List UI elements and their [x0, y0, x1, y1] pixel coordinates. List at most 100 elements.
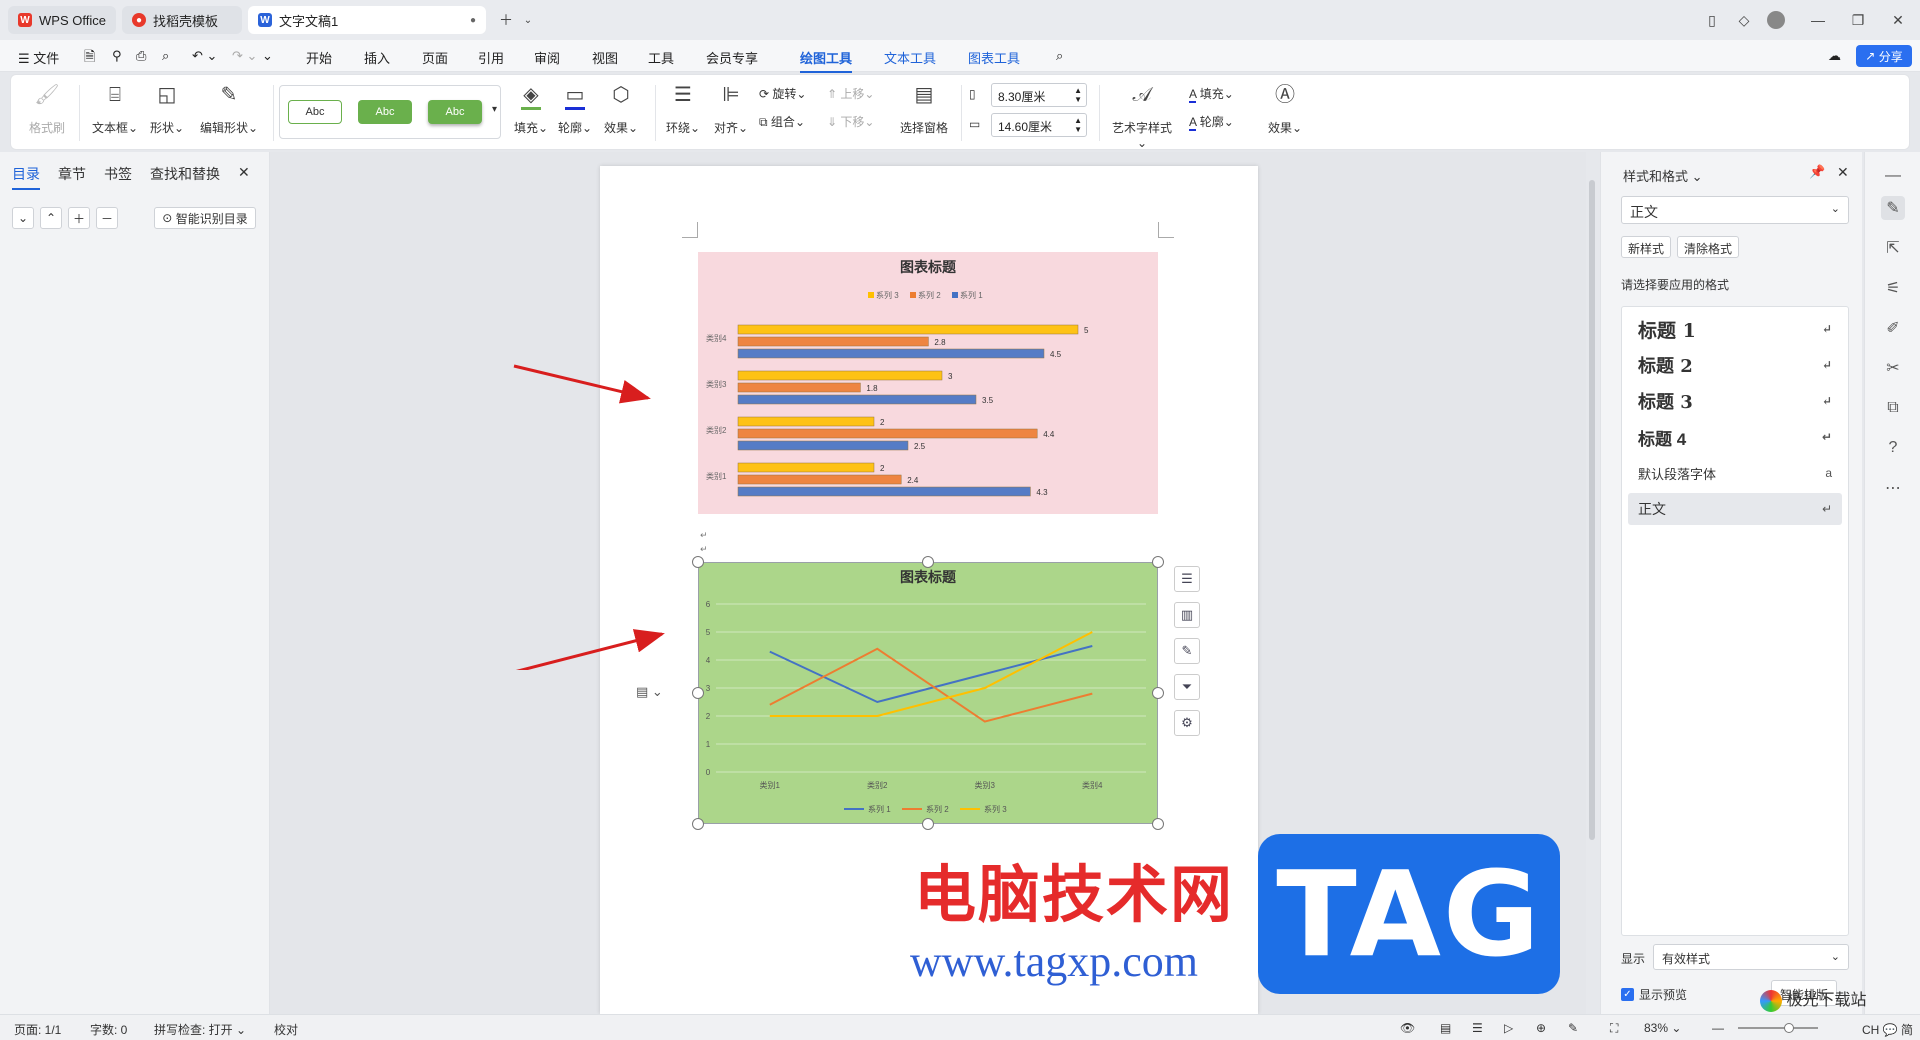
- shape-button[interactable]: ◱ 形状⌄: [147, 83, 187, 136]
- adjust-icon[interactable]: ⚟: [1881, 276, 1905, 300]
- page-view-icon[interactable]: ▤: [1440, 1021, 1451, 1035]
- menu-tools[interactable]: 工具: [648, 48, 674, 67]
- unsaved-dot-icon[interactable]: ●: [470, 15, 476, 26]
- ai-write-icon[interactable]: ✐: [1881, 316, 1905, 340]
- selection-pane-button[interactable]: ▤ 选择窗格: [895, 83, 953, 136]
- style-heading-4[interactable]: 标题 4 ↵: [1628, 421, 1842, 453]
- proofread[interactable]: 校对: [274, 1021, 298, 1038]
- link-icon[interactable]: ⚲: [112, 48, 122, 64]
- textbox-button[interactable]: ⌸ 文本框⌄: [91, 83, 139, 136]
- smart-toc-button[interactable]: ⊙ 智能识别目录: [154, 207, 256, 229]
- menu-drawing-tools[interactable]: 绘图工具: [800, 48, 853, 73]
- minimize-icon[interactable]: —: [1806, 8, 1830, 32]
- style-brush-icon[interactable]: ✎: [1881, 196, 1905, 220]
- play-icon[interactable]: ▷: [1504, 1021, 1513, 1035]
- resize-handle[interactable]: [692, 556, 704, 568]
- align-button[interactable]: ⊫ 对齐⌄: [711, 83, 751, 136]
- redo-icon[interactable]: ↷ ⌄: [232, 48, 257, 64]
- text-effect-button[interactable]: Ⓐ 效果⌄: [1265, 83, 1305, 136]
- new-tab-icon[interactable]: ＋: [494, 8, 518, 32]
- close-icon[interactable]: ✕: [1837, 164, 1849, 181]
- collapse-down-icon[interactable]: ⌄: [12, 207, 34, 229]
- layout-icon[interactable]: ▯: [1700, 8, 1724, 32]
- wrap-button[interactable]: ☰ 环绕⌄: [663, 83, 703, 136]
- tools-icon[interactable]: ✂: [1881, 356, 1905, 380]
- format-painter-button[interactable]: 🖌 格式刷: [25, 83, 69, 136]
- scroll-thumb[interactable]: [1589, 180, 1595, 840]
- add-level-icon[interactable]: ＋: [68, 207, 90, 229]
- outline-view-icon[interactable]: ☰: [1472, 1021, 1483, 1035]
- word-count[interactable]: 字数: 0: [90, 1021, 127, 1038]
- save-icon[interactable]: 🗎: [84, 46, 95, 70]
- fill-button[interactable]: ◈ 填充⌄: [511, 83, 551, 136]
- menu-member[interactable]: 会员专享: [706, 48, 758, 67]
- menu-view[interactable]: 视图: [592, 48, 618, 67]
- quick-access-chevron-icon[interactable]: ⌄: [262, 48, 273, 64]
- new-style-button[interactable]: 新样式: [1621, 236, 1672, 258]
- cloud-icon[interactable]: ☁: [1828, 48, 1841, 64]
- translate-icon[interactable]: ⧉: [1881, 396, 1905, 420]
- eye-icon[interactable]: 👁: [1400, 1021, 1415, 1035]
- rotate-button[interactable]: ⟳ 旋转⌄: [759, 85, 819, 102]
- tab-bookmark[interactable]: 书签: [104, 164, 132, 184]
- expand-up-icon[interactable]: ⌃: [40, 207, 62, 229]
- chart-settings-icon[interactable]: ⚙: [1174, 710, 1200, 736]
- style-default-font[interactable]: 默认段落字体 a: [1628, 457, 1842, 489]
- cube-icon[interactable]: ◇: [1732, 8, 1756, 32]
- resize-handle[interactable]: [922, 818, 934, 830]
- resize-handle[interactable]: [1152, 556, 1164, 568]
- web-view-icon[interactable]: ⊕: [1536, 1021, 1546, 1035]
- resize-handle[interactable]: [1152, 687, 1164, 699]
- resize-handle[interactable]: [692, 687, 704, 699]
- style-body-text[interactable]: 正文 ↵: [1628, 493, 1842, 525]
- art-style-button[interactable]: 𝒜 艺术字样式⌄: [1107, 83, 1177, 150]
- chart-type-icon[interactable]: ▥: [1174, 602, 1200, 628]
- restore-icon[interactable]: ❐: [1846, 8, 1870, 32]
- style-heading-1[interactable]: 标题 1 ↵: [1628, 313, 1842, 345]
- menu-chart-tools[interactable]: 图表工具: [968, 48, 1020, 67]
- file-menu[interactable]: ☰ 文件: [18, 48, 59, 67]
- menu-text-tools[interactable]: 文本工具: [884, 48, 936, 67]
- current-style-select[interactable]: 正文 ⌄: [1621, 196, 1849, 224]
- effect-button[interactable]: ⬡ 效果⌄: [599, 83, 643, 136]
- zoom-slider[interactable]: [1738, 1023, 1818, 1033]
- height-spinner-icon[interactable]: ▲ ▼: [1074, 86, 1082, 104]
- show-filter-select[interactable]: 有效样式 ⌄: [1653, 944, 1849, 970]
- menu-insert[interactable]: 插入: [364, 48, 390, 67]
- width-spinner-icon[interactable]: ▲ ▼: [1074, 116, 1082, 134]
- close-icon[interactable]: ✕: [238, 164, 250, 181]
- menu-reference[interactable]: 引用: [478, 48, 504, 67]
- text-outline-button[interactable]: A 轮廓⌄: [1189, 113, 1249, 131]
- height-input[interactable]: 8.30厘米 ▲ ▼: [991, 83, 1087, 107]
- resize-handle[interactable]: [1152, 818, 1164, 830]
- text-fill-button[interactable]: A 填充⌄: [1189, 85, 1249, 103]
- outline-button[interactable]: ▭ 轮廓⌄: [555, 83, 595, 136]
- pen-icon[interactable]: ✎: [1568, 1021, 1578, 1035]
- width-input[interactable]: 14.60厘米 ▲ ▼: [991, 113, 1087, 137]
- zoom-out-icon[interactable]: —: [1712, 1021, 1724, 1035]
- clear-format-button[interactable]: 清除格式: [1677, 236, 1740, 258]
- group-button[interactable]: ⧉ 组合⌄: [759, 113, 819, 130]
- collapse-icon[interactable]: —: [1881, 164, 1905, 188]
- print-icon[interactable]: ⎙: [136, 48, 146, 64]
- gallery-more-icon[interactable]: ▾: [492, 104, 497, 115]
- shape-style-filled[interactable]: Abc: [358, 100, 412, 124]
- style-heading-3[interactable]: 标题 3 ↵: [1628, 385, 1842, 417]
- show-preview-checkbox[interactable]: ✓ 显示预览: [1621, 986, 1687, 1003]
- tab-wps-office[interactable]: W WPS Office: [8, 6, 116, 34]
- layout-options-icon[interactable]: ▤ ⌄: [636, 684, 663, 700]
- page-count[interactable]: 页面: 1/1: [14, 1021, 61, 1038]
- print-preview-icon[interactable]: ⌕: [162, 48, 169, 64]
- pin-icon[interactable]: 📌: [1809, 164, 1825, 180]
- resize-handle[interactable]: [692, 818, 704, 830]
- search-icon[interactable]: ⌕: [1056, 48, 1063, 64]
- tab-document[interactable]: W 文字文稿1 ●: [248, 6, 486, 34]
- chart-filter-icon[interactable]: ⏷: [1174, 674, 1200, 700]
- more-icon[interactable]: ⋯: [1881, 476, 1905, 500]
- menu-review[interactable]: 审阅: [534, 48, 560, 67]
- ime-indicator[interactable]: CH 💬 简: [1862, 1021, 1913, 1038]
- avatar[interactable]: [1764, 8, 1788, 32]
- vertical-scrollbar[interactable]: [1588, 160, 1596, 860]
- tab-find-replace[interactable]: 查找和替换: [150, 164, 220, 184]
- tab-list-chevron-icon[interactable]: ⌄: [516, 8, 540, 32]
